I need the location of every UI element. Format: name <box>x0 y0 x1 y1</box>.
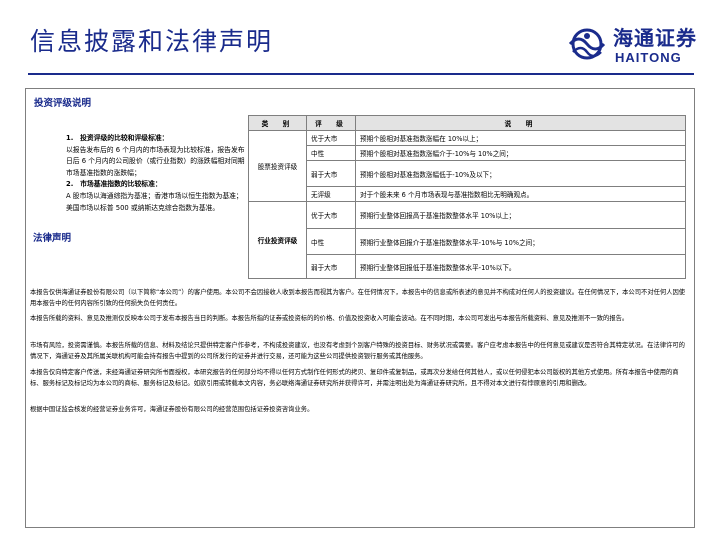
header-rating: 评 级 <box>306 115 356 131</box>
definition-2-title: 2. 市场基准指数的比较标准： <box>66 180 162 189</box>
rating-description: 预期个股相对基准指数涨幅介于-10%与 10%之间； <box>355 145 686 161</box>
rating-level: 中性 <box>306 145 356 161</box>
table-row: 行业投资评级 优于大市 预期行业整体回报高于基准指数整体水平 10%以上； <box>248 201 686 279</box>
rating-description: 对于个股未来 6 个月市场表现与基准指数相比无明确观点。 <box>355 186 686 202</box>
rating-level: 中性 <box>306 228 356 255</box>
rating-level: 优于大市 <box>306 130 356 146</box>
table-row: 股票投资评级 优于大市 预期个股相对基准指数涨幅在 10%以上； <box>248 130 686 202</box>
definition-2-body: A 股市场以海通综指为基准；香港市场以恒生指数为基准；美国市场以标普 500 或… <box>66 191 243 212</box>
logo-english-name: HAITONG <box>615 50 682 65</box>
legal-paragraph-4: 本报告仅向特定客户传送，未经海通证券研究所书面授权，本研究报告的任何部分均不得以… <box>30 369 679 387</box>
rating-description: 预期行业整体回报高于基准指数整体水平 10%以上； <box>355 201 686 229</box>
rating-level: 无评级 <box>306 186 356 202</box>
company-logo: 海通证券 HAITONG <box>565 20 700 68</box>
page-title: 信息披露和法律声明 <box>30 27 274 56</box>
stock-category-cell: 股票投资评级 <box>248 130 307 202</box>
table-row: 弱于大市 预期行业整体回报低于基准指数整体水平-10%以下。 <box>249 254 686 279</box>
haitong-emblem-icon <box>568 28 606 60</box>
legal-section-heading: 法律声明 <box>33 233 72 244</box>
industry-category-cell: 行业投资评级 <box>248 201 307 279</box>
table-row: 中性 预期行业整体回报介于基准指数整体水平-10%与 10%之间； <box>249 228 686 255</box>
title-divider <box>28 73 694 75</box>
rating-definitions: 1. 投资评级的比较和评级标准： 以报告发布后的 6 个月内的市场表现为比较标准… <box>66 133 246 214</box>
rating-table: 类 别 评 级 说 明 股票投资评级 优于大市 预期个股相对基准指数涨幅在 10… <box>248 115 686 279</box>
rating-description: 预期个股相对基准指数涨幅低于-10%及以下； <box>355 160 686 187</box>
header-description: 说 明 <box>355 115 686 131</box>
definition-1-body: 以报告发布后的 6 个月内的市场表现为比较标准，报告发布日后 6 个月内的公司股… <box>66 145 245 177</box>
legal-paragraph-5: 根据中国证监会核发的经营证券业务许可，海通证券股份有限公司的经营范围包括证券投资… <box>30 406 314 413</box>
header-category: 类 别 <box>248 115 307 131</box>
table-row: 弱于大市 预期个股相对基准指数涨幅低于-10%及以下； <box>249 160 686 187</box>
table-row: 中性 预期个股相对基准指数涨幅介于-10%与 10%之间； <box>249 145 686 161</box>
rating-description: 预期行业整体回报低于基准指数整体水平-10%以下。 <box>355 254 686 279</box>
legal-paragraph-1: 本报告仅供海通证券股份有限公司（以下简称“本公司”）的客户使用。本公司不会因接收… <box>30 289 686 307</box>
rating-level: 弱于大市 <box>306 254 356 279</box>
rating-level: 弱于大市 <box>306 160 356 187</box>
rating-description: 预期个股相对基准指数涨幅在 10%以上； <box>355 130 686 146</box>
rating-description: 预期行业整体回报介于基准指数整体水平-10%与 10%之间； <box>355 228 686 255</box>
rating-level: 优于大市 <box>306 201 356 229</box>
table-row: 无评级 对于个股未来 6 个月市场表现与基准指数相比无明确观点。 <box>249 186 686 202</box>
rating-section-heading: 投资评级说明 <box>34 98 92 109</box>
table-header-row: 类 别 评 级 说 明 <box>248 115 686 131</box>
legal-paragraph-2: 本报告所载的资料、意见及推测仅反映本公司于发布本报告当日的判断。本报告所指的证券… <box>30 315 629 322</box>
definition-1-title: 1. 投资评级的比较和评级标准： <box>66 134 169 142</box>
logo-chinese-name: 海通证券 <box>613 26 697 50</box>
legal-paragraph-3: 市场有风险，投资需谨慎。本报告所载的信息、材料及结论只提供特定客户作参考，不构成… <box>30 342 685 360</box>
